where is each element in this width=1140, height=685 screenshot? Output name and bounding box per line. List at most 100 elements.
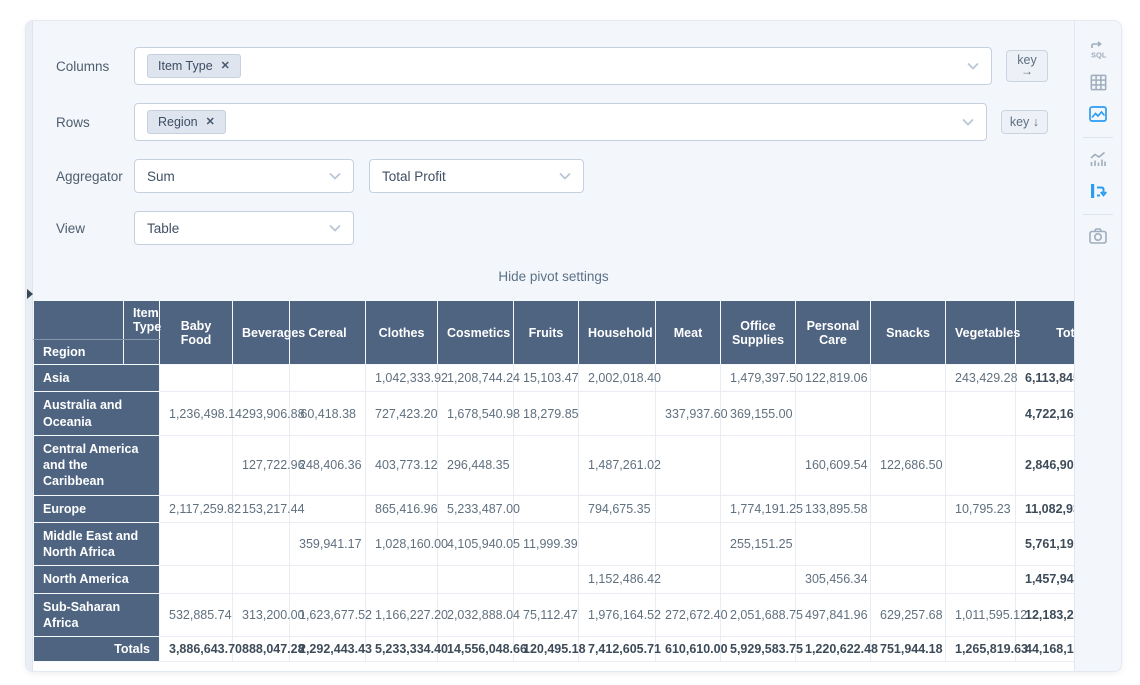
column-order-button[interactable]: key → — [1006, 50, 1048, 82]
row-header: Asia — [34, 365, 160, 392]
sql-export-icon[interactable]: SQL — [1083, 35, 1113, 65]
rows-label: Rows — [56, 115, 134, 130]
row-axis-label: Region — [34, 340, 124, 365]
column-total-cell: 610,610.00 — [656, 637, 721, 662]
aggregator-field-select[interactable]: Total Profit — [369, 159, 584, 193]
pivot-table: Item TypeBaby FoodBeveragesCerealClothes… — [33, 300, 1102, 662]
rows-select[interactable]: Region ✕ — [134, 103, 987, 141]
columns-label: Columns — [56, 59, 134, 74]
value-cell — [514, 495, 579, 522]
value-cell: 794,675.35 — [579, 495, 656, 522]
column-total-cell: 751,944.18 — [871, 637, 946, 662]
value-cell: 160,609.54 — [796, 435, 871, 495]
value-cell: 60,418.38 — [290, 392, 366, 436]
value-cell — [796, 522, 871, 566]
value-cell: 1,166,227.20 — [366, 593, 438, 637]
value-cell: 1,487,261.02 — [579, 435, 656, 495]
value-cell — [514, 566, 579, 593]
columns-select[interactable]: Item Type ✕ — [134, 47, 992, 85]
totals-row-header: Totals — [34, 637, 160, 662]
pivot-row: Middle East and North Africa359,941.171,… — [34, 522, 1102, 566]
value-cell: 2,032,888.04 — [438, 593, 514, 637]
value-cell — [579, 392, 656, 436]
value-cell — [579, 522, 656, 566]
pivot-row: Central America and the Caribbean127,722… — [34, 435, 1102, 495]
column-header: Vegetables — [946, 301, 1016, 365]
view-select[interactable]: Table — [134, 211, 354, 245]
column-header: Household — [579, 301, 656, 365]
row-order-key-label: key — [1010, 115, 1029, 129]
pivot-row: Sub-Saharan Africa532,885.74313,200.001,… — [34, 593, 1102, 637]
value-cell — [160, 522, 233, 566]
value-cell — [233, 566, 290, 593]
value-cell — [290, 566, 366, 593]
value-cell: 2,051,688.75 — [721, 593, 796, 637]
value-cell: 272,672.40 — [656, 593, 721, 637]
row-header: Sub-Saharan Africa — [34, 593, 160, 637]
value-cell: 75,112.47 — [514, 593, 579, 637]
value-cell: 865,416.96 — [366, 495, 438, 522]
pivot-settings: Columns Item Type ✕ key → Rows R — [33, 21, 1074, 245]
chevron-down-icon — [329, 224, 341, 232]
value-cell: 4,105,940.05 — [438, 522, 514, 566]
value-cell: 248,406.36 — [290, 435, 366, 495]
pivot-row: Europe2,117,259.82153,217.44865,416.965,… — [34, 495, 1102, 522]
aggregator-field-value: Total Profit — [382, 169, 446, 184]
view-setting-row: View Table — [56, 211, 1074, 245]
camera-icon[interactable] — [1083, 221, 1113, 251]
pivot-icon[interactable] — [1083, 176, 1113, 206]
value-cell — [721, 435, 796, 495]
column-total-cell: 7,412,605.71 — [579, 637, 656, 662]
column-header: Fruits — [514, 301, 579, 365]
hide-pivot-settings-link[interactable]: Hide pivot settings — [33, 263, 1074, 300]
value-cell — [160, 365, 233, 392]
value-cell: 532,885.74 — [160, 593, 233, 637]
column-header: Snacks — [871, 301, 946, 365]
column-total-cell: 1,265,819.63 — [946, 637, 1016, 662]
remove-columns-tag-icon[interactable]: ✕ — [221, 61, 230, 72]
value-cell: 1,011,595.12 — [946, 593, 1016, 637]
value-cell — [233, 522, 290, 566]
value-cell — [366, 566, 438, 593]
value-cell: 122,819.06 — [796, 365, 871, 392]
pivot-card: SQL — [25, 20, 1122, 672]
column-total-cell: 5,929,583.75 — [721, 637, 796, 662]
value-cell: 296,448.35 — [438, 435, 514, 495]
chevron-down-icon — [962, 118, 974, 126]
row-header: Middle East and North Africa — [34, 522, 160, 566]
bar-chart-icon[interactable] — [1083, 144, 1113, 174]
value-cell: 2,117,259.82 — [160, 495, 233, 522]
columns-tag[interactable]: Item Type ✕ — [147, 54, 241, 78]
collapse-arrow-icon[interactable] — [27, 289, 33, 299]
image-chart-icon[interactable] — [1083, 99, 1113, 129]
view-label: View — [56, 221, 134, 236]
value-cell: 1,152,486.42 — [579, 566, 656, 593]
value-cell — [514, 435, 579, 495]
row-order-button[interactable]: key ↓ — [1001, 110, 1048, 134]
columns-tag-label: Item Type — [158, 59, 213, 73]
value-cell — [871, 392, 946, 436]
value-cell: 727,423.20 — [366, 392, 438, 436]
value-cell — [946, 522, 1016, 566]
value-cell — [796, 392, 871, 436]
row-header: Australia and Oceania — [34, 392, 160, 436]
rows-setting-row: Rows Region ✕ key ↓ — [56, 103, 1074, 141]
value-cell — [290, 365, 366, 392]
value-cell: 15,103.47 — [514, 365, 579, 392]
value-cell — [438, 566, 514, 593]
aggregator-setting-row: Aggregator Sum Total Profit — [56, 159, 1074, 193]
value-cell — [871, 522, 946, 566]
value-cell — [946, 566, 1016, 593]
value-cell — [233, 365, 290, 392]
value-cell: 11,999.39 — [514, 522, 579, 566]
panel-resize-gutter[interactable] — [26, 21, 33, 671]
value-cell: 1,976,164.52 — [579, 593, 656, 637]
aggregator-select[interactable]: Sum — [134, 159, 354, 193]
value-cell: 127,722.96 — [233, 435, 290, 495]
column-header: Office Supplies — [721, 301, 796, 365]
grid-table-icon[interactable] — [1083, 67, 1113, 97]
rows-tag[interactable]: Region ✕ — [147, 110, 226, 134]
remove-rows-tag-icon[interactable]: ✕ — [206, 117, 215, 128]
column-total-cell: 3,886,643.70 — [160, 637, 233, 662]
column-header: Baby Food — [160, 301, 233, 365]
